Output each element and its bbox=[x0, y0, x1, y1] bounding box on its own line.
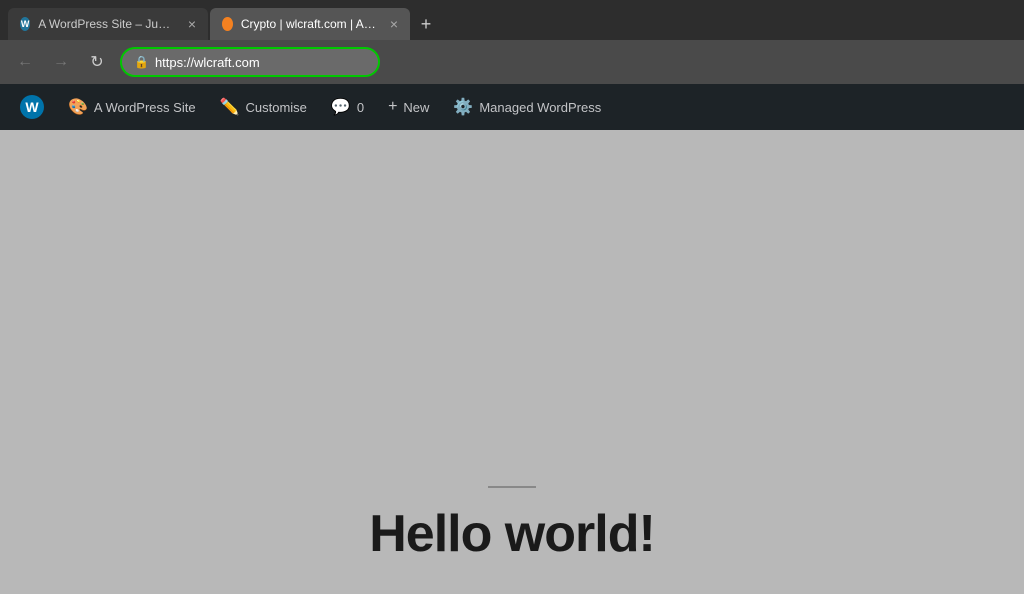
address-bar: ← → ↻ 🔒 https://wlcraft.com bbox=[0, 40, 1024, 84]
wp-admin-bar: W 🎨 A WordPress Site ✏️ Customise 💬 0 + … bbox=[0, 84, 1024, 130]
url-bar[interactable]: 🔒 https://wlcraft.com bbox=[120, 47, 380, 77]
wp-logo-item[interactable]: W bbox=[8, 84, 56, 130]
wp-managed-item[interactable]: ⚙️ Managed WordPress bbox=[441, 84, 613, 130]
palette-icon: 🎨 bbox=[68, 97, 88, 117]
wp-new-label: New bbox=[403, 100, 429, 115]
plus-icon: + bbox=[388, 98, 397, 116]
tab-close-crypto[interactable]: × bbox=[390, 17, 398, 31]
tab-wordpress[interactable]: W A WordPress Site – Just another W × bbox=[8, 8, 208, 40]
tab-title-wordpress: A WordPress Site – Just another W bbox=[38, 17, 176, 31]
lock-icon: 🔒 bbox=[134, 55, 149, 69]
pencil-icon: ✏️ bbox=[220, 97, 240, 117]
wp-customise-label: Customise bbox=[245, 100, 306, 115]
hello-divider bbox=[488, 486, 536, 488]
back-button[interactable]: ← bbox=[12, 49, 38, 75]
tab-bar: W A WordPress Site – Just another W × Cr… bbox=[0, 0, 1024, 40]
tab-crypto[interactable]: Crypto | wlcraft.com | Account | C × bbox=[210, 8, 410, 40]
forward-button[interactable]: → bbox=[48, 49, 74, 75]
wordpress-logo: W bbox=[20, 95, 44, 119]
page-content: Hello world! bbox=[0, 130, 1024, 594]
gear-icon: ⚙️ bbox=[453, 97, 473, 117]
tab-favicon-wp: W bbox=[20, 17, 30, 31]
tab-close-wordpress[interactable]: × bbox=[188, 17, 196, 31]
wp-new-item[interactable]: + New bbox=[376, 84, 441, 130]
wp-customise-item[interactable]: ✏️ Customise bbox=[208, 84, 319, 130]
comment-icon: 💬 bbox=[331, 97, 351, 117]
wp-site-name-label: A WordPress Site bbox=[94, 100, 196, 115]
hello-world-title: Hello world! bbox=[369, 504, 655, 564]
wp-comments-item[interactable]: 💬 0 bbox=[319, 84, 376, 130]
new-tab-button[interactable]: + bbox=[412, 10, 440, 38]
url-text: https://wlcraft.com bbox=[155, 55, 260, 70]
wp-site-name-item[interactable]: 🎨 A WordPress Site bbox=[56, 84, 208, 130]
tab-title-crypto: Crypto | wlcraft.com | Account | C bbox=[241, 17, 378, 31]
browser-frame: W A WordPress Site – Just another W × Cr… bbox=[0, 0, 1024, 594]
wp-managed-label: Managed WordPress bbox=[479, 100, 601, 115]
wp-comment-count: 0 bbox=[357, 100, 364, 115]
tab-favicon-cf bbox=[222, 17, 233, 31]
refresh-button[interactable]: ↻ bbox=[84, 49, 110, 75]
